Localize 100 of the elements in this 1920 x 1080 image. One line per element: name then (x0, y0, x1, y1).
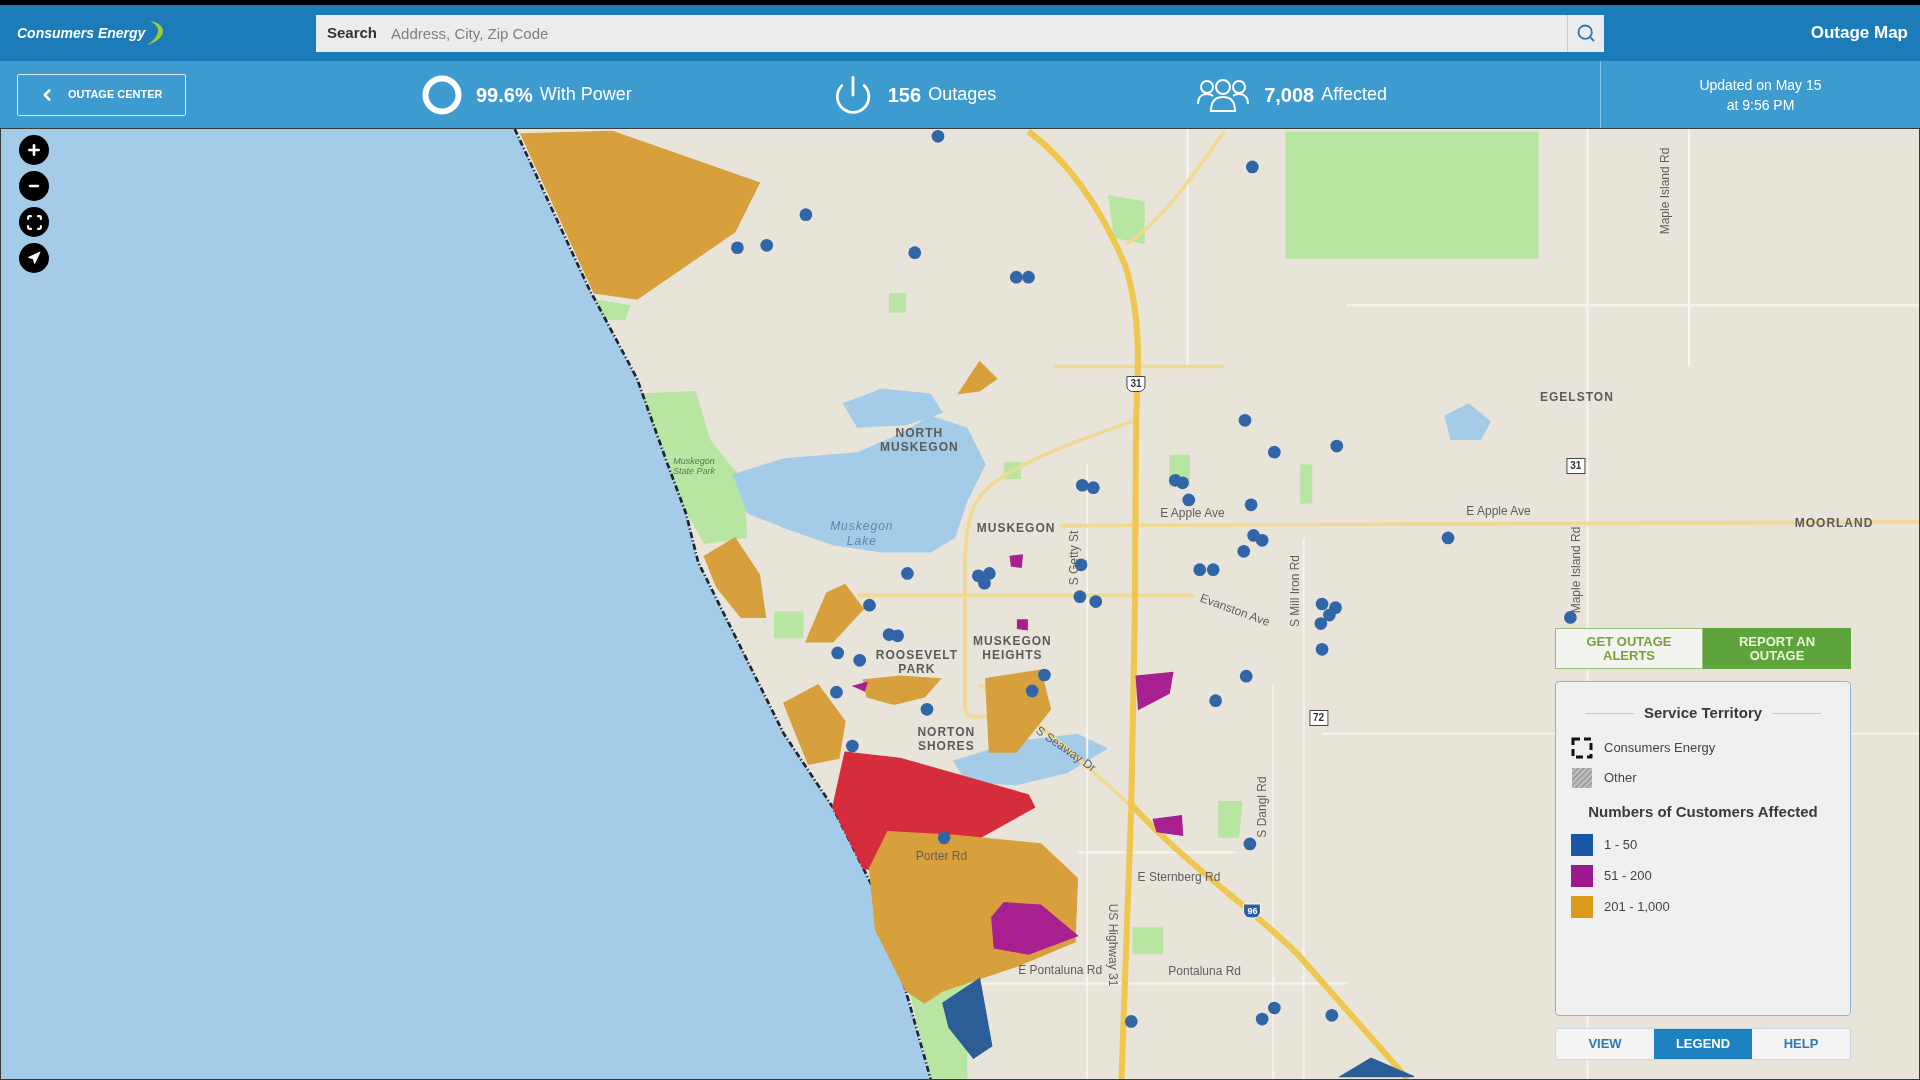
street-label: US Highway 31 (1105, 903, 1120, 986)
search-icon (1576, 23, 1596, 43)
outage-marker (1038, 668, 1051, 682)
stat-label: Affected (1321, 83, 1387, 106)
outage-marker (1073, 590, 1087, 603)
panel-tab[interactable]: VIEW (1556, 1029, 1654, 1059)
place-label: ROOSEVELT PARK (874, 647, 959, 676)
legend-label: 51 - 200 (1604, 866, 1652, 885)
section-title: Service Territory (1643, 703, 1763, 723)
outage-marker (1025, 684, 1039, 698)
outage-area (804, 583, 865, 643)
legend-label: Consumers Energy (1604, 738, 1716, 757)
outage-marker (1243, 837, 1257, 851)
outage-marker (1255, 533, 1269, 547)
outage-marker (908, 246, 922, 259)
outage-marker (891, 629, 904, 643)
outage-marker (830, 685, 843, 699)
legend-label: Other (1604, 768, 1637, 787)
outage-marker (901, 567, 914, 580)
search-input[interactable]: Address, City, Zip Code (391, 14, 1567, 52)
place-label: NORTH MUSKEGON (879, 426, 960, 454)
action-button[interactable]: REPORT AN OUTAGE (1703, 628, 1851, 669)
street-label: Pontaluna Rd (1168, 964, 1242, 979)
outage-marker (1176, 476, 1189, 490)
outage-marker (1206, 563, 1220, 577)
park-area (1218, 801, 1243, 838)
dashed-square-icon (1571, 736, 1593, 759)
park-area (1108, 195, 1145, 245)
street-label: E Apple Ave (1160, 506, 1225, 521)
outage-marker (1244, 498, 1258, 512)
outage-marker (1238, 414, 1252, 427)
park-area (1132, 927, 1164, 955)
stat-value: 7,008 (1264, 82, 1315, 108)
legend-label: 201 - 1,000 (1604, 897, 1670, 916)
outage-marker (1268, 445, 1281, 459)
stat-value: 99.6% (476, 82, 533, 108)
park-area (889, 293, 907, 313)
lake-water (1444, 403, 1491, 440)
place-label: MUSKEGON (976, 521, 1056, 536)
street-label: Porter Rd (915, 849, 968, 864)
outage-marker (1022, 270, 1035, 284)
street-label: E Pontaluna Rd (1018, 963, 1103, 978)
water-label: Muskegon Lake (829, 519, 895, 550)
outage-area (1016, 619, 1028, 631)
search-field[interactable]: Search Address, City, Zip Code (316, 14, 1604, 52)
outage-area (1009, 554, 1024, 568)
outage-marker (1315, 642, 1329, 656)
outage-marker (1246, 160, 1259, 174)
outage-area (1135, 671, 1174, 711)
outage-marker (760, 238, 774, 252)
outage-marker (978, 576, 991, 590)
section-title: Numbers of Customers Affected (1587, 801, 1819, 822)
outage-marker (1237, 545, 1251, 558)
outage-marker (831, 646, 845, 660)
hatched-square-icon (1572, 767, 1592, 788)
outage-marker (799, 208, 813, 222)
place-label: EGELSTON (1540, 390, 1614, 405)
plus-icon (26, 142, 42, 158)
street-label: E Apple Ave (1466, 504, 1531, 519)
outage-marker (1239, 669, 1253, 683)
swoosh-icon (146, 20, 165, 46)
panel-tab[interactable]: HELP (1752, 1029, 1850, 1059)
park-area (774, 611, 804, 639)
outage-marker (931, 130, 945, 143)
street-label: Maple Island Rd (1568, 526, 1583, 614)
street-label: S Mill Iron Rd (1288, 554, 1303, 627)
outage-marker (731, 241, 744, 255)
outage-marker (1325, 1008, 1339, 1022)
people-icon (1196, 77, 1251, 112)
outage-marker (920, 702, 934, 716)
updated-time: Updated on May 15 at 9:56 PM (1699, 75, 1822, 115)
outage-area (1152, 815, 1184, 837)
outage-marker (1089, 595, 1103, 608)
outage-marker (1564, 611, 1577, 624)
ring-icon (422, 74, 462, 115)
page-title: Outage Map (1809, 22, 1909, 45)
outage-marker (1323, 608, 1336, 622)
stat-value: 156 (887, 82, 922, 108)
street-label: S Dangl Rd (1255, 776, 1270, 839)
outage-marker (1441, 531, 1455, 545)
brand-logo[interactable]: Consumers Energy (17, 22, 146, 44)
place-label: MUSKEGON HEIGHTS (972, 634, 1053, 663)
legend-label: 1 - 50 (1604, 835, 1638, 854)
outage-marker (1314, 617, 1328, 630)
route-shield: 96 (1243, 903, 1262, 919)
street-label: S Getty St (1066, 530, 1081, 585)
fullscreen-icon (25, 213, 43, 231)
outage-marker (1268, 1001, 1281, 1015)
outage-center-button[interactable]: OUTAGE CENTER (17, 73, 186, 116)
action-button[interactable]: GET OUTAGE ALERTS (1555, 628, 1703, 669)
park-label: Muskegon State Park (672, 455, 717, 476)
outage-marker (983, 567, 996, 580)
outage-marker (863, 598, 876, 612)
navigation-arrow-icon (27, 251, 41, 265)
place-label: MOORLAND (1794, 516, 1874, 531)
outage-marker (1193, 563, 1207, 577)
panel-tab[interactable]: LEGEND (1654, 1029, 1752, 1059)
park-area (1300, 464, 1313, 504)
search-label: Search (327, 22, 378, 43)
stat-label: With Power (539, 83, 632, 106)
